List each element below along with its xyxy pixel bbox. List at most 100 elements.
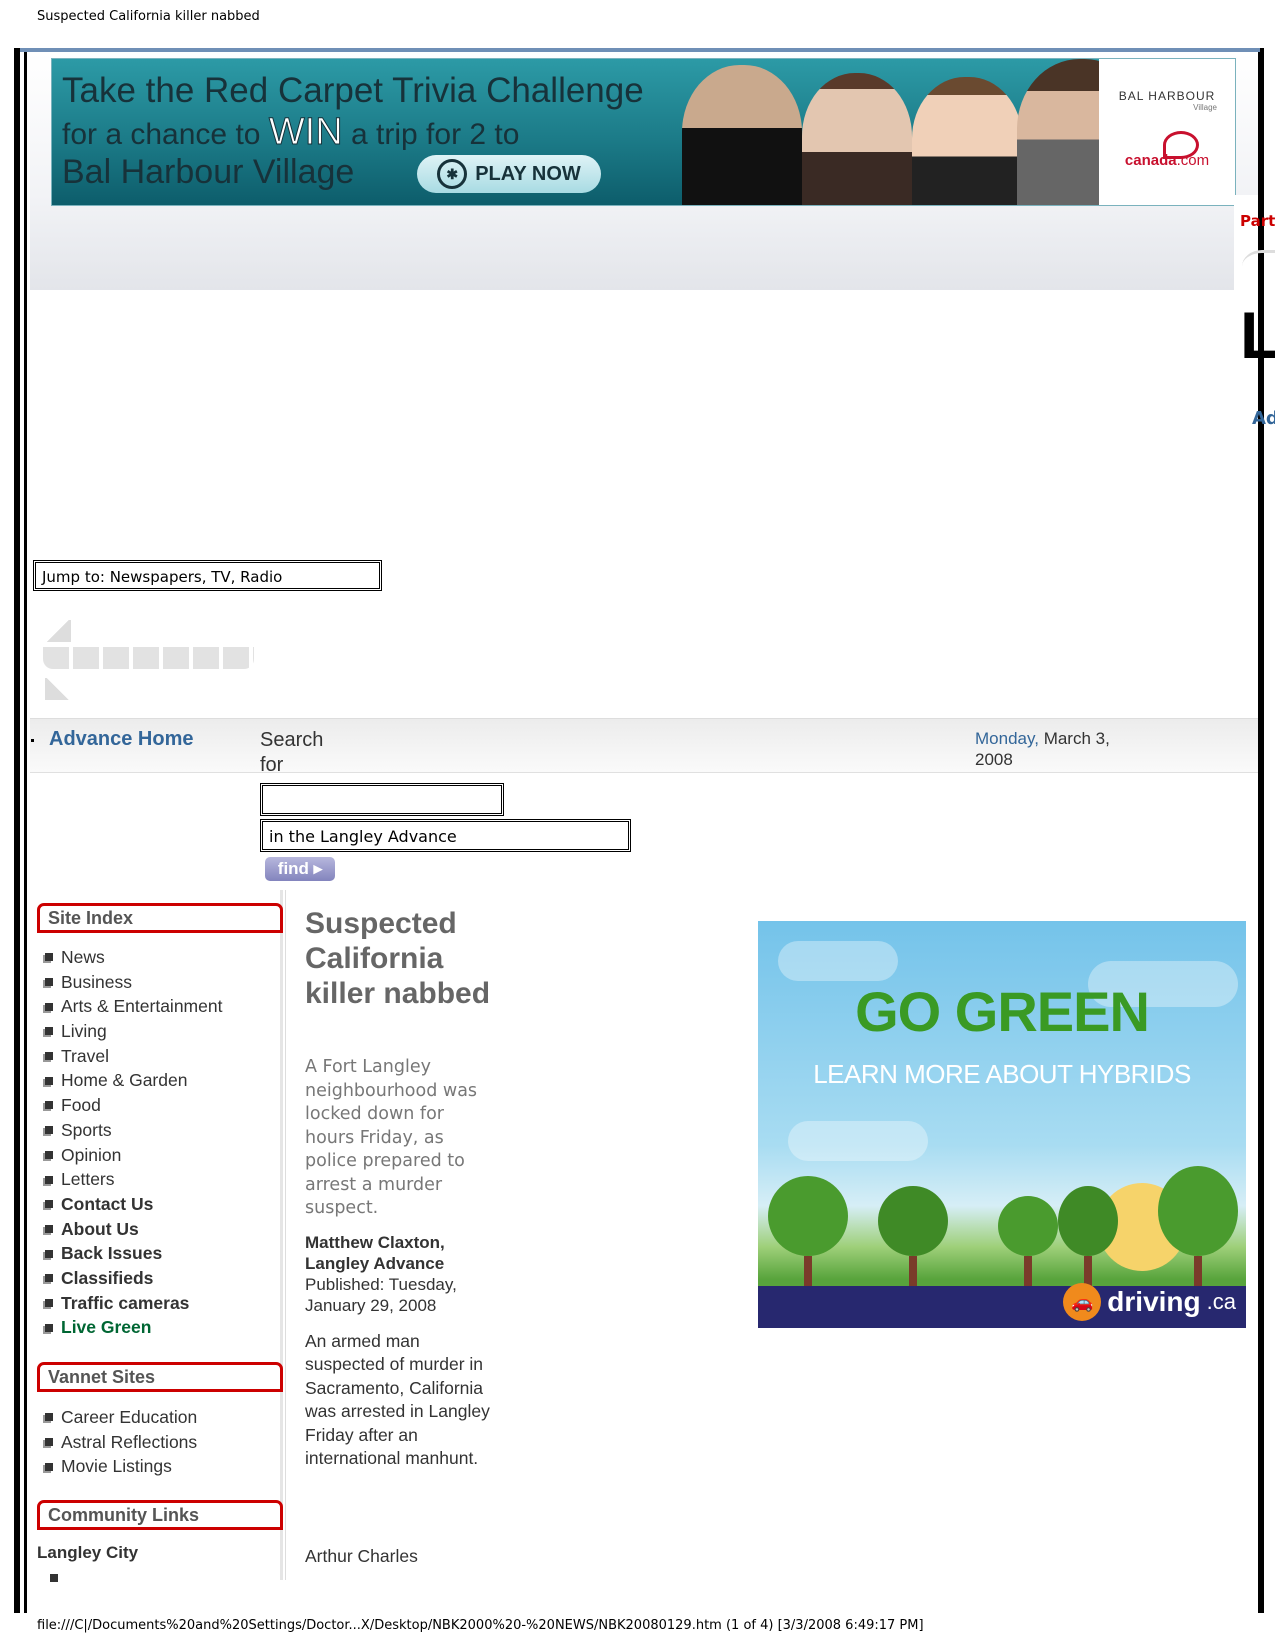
article-byline: Matthew Claxton, Langley Advance Publish… bbox=[305, 1232, 495, 1316]
vannet-site-item-label: Career Education bbox=[61, 1407, 198, 1427]
bullet-icon bbox=[45, 1438, 53, 1447]
bullet-icon bbox=[45, 1274, 53, 1283]
play-now-button[interactable]: ✱ PLAY NOW bbox=[417, 155, 601, 193]
bullet-icon bbox=[45, 1224, 53, 1233]
site-index-item-label: Traffic cameras bbox=[61, 1292, 190, 1313]
site-index-item[interactable]: Opinion bbox=[45, 1143, 222, 1168]
go-green-headline: GO GREEN bbox=[855, 980, 1150, 1043]
vannet-site-item[interactable]: Astral Reflections bbox=[45, 1430, 197, 1455]
site-index-item[interactable]: News bbox=[45, 945, 222, 970]
find-button[interactable]: find ▸ bbox=[265, 857, 335, 881]
bullet-icon bbox=[45, 1150, 53, 1159]
bullet-icon bbox=[45, 1298, 53, 1307]
article-title: Suspected California killer nabbed bbox=[305, 907, 491, 1010]
current-date: Monday, March 3, 2008 bbox=[975, 728, 1125, 770]
sponsor-box: BAL HARBOUR Village canada.com bbox=[1099, 59, 1235, 205]
bullet-icon bbox=[45, 1200, 53, 1209]
community-links-heading: Community Links bbox=[37, 1500, 283, 1530]
site-index-item-label: Contact Us bbox=[61, 1193, 154, 1214]
site-index-item[interactable]: Business bbox=[45, 970, 222, 995]
window-title: Suspected California killer nabbed bbox=[37, 9, 260, 24]
bullet-icon bbox=[45, 1052, 53, 1061]
site-index-item[interactable]: Arts & Entertainment bbox=[45, 994, 222, 1019]
jump-to-select[interactable]: Jump to: Newspapers, TV, Radio bbox=[33, 560, 382, 591]
site-index-heading: Site Index bbox=[37, 903, 283, 933]
site-index-item[interactable]: Travel bbox=[45, 1044, 222, 1069]
banner-win: WIN bbox=[268, 111, 343, 154]
driving-logo-name: driving bbox=[1107, 1286, 1201, 1317]
site-index-item-label: About Us bbox=[61, 1218, 139, 1239]
article-paragraph: An armed man suspected of murder in Sacr… bbox=[305, 1331, 490, 1469]
cloud-decoration bbox=[788, 1121, 928, 1161]
date-day: Monday, bbox=[975, 729, 1039, 748]
site-index-item-label: Arts & Entertainment bbox=[61, 996, 223, 1017]
article-published: Published: Tuesday, January 29, 2008 bbox=[305, 1275, 457, 1315]
langley-city-link[interactable]: Langley City bbox=[37, 1543, 138, 1563]
site-index-item[interactable]: Home & Garden bbox=[45, 1068, 222, 1093]
search-input[interactable] bbox=[260, 783, 504, 816]
site-index-item[interactable]: Classifieds bbox=[45, 1266, 222, 1291]
vannet-site-item[interactable]: Career Education bbox=[45, 1405, 197, 1430]
site-index-item-label: Classifieds bbox=[61, 1267, 154, 1288]
site-index-item[interactable]: About Us bbox=[45, 1217, 222, 1242]
trivia-banner-ad[interactable]: Take the Red Carpet Trivia Challenge for… bbox=[51, 58, 1236, 206]
celebrity-photo-2 bbox=[802, 73, 912, 205]
vannet-sites-heading: Vannet Sites bbox=[37, 1362, 283, 1392]
clipped-ad-text: Ad bbox=[1252, 408, 1275, 429]
banner-line-2a: for a chance to bbox=[62, 118, 261, 151]
frame-border-left-inner bbox=[24, 48, 27, 1613]
site-index-item[interactable]: Back Issues bbox=[45, 1241, 222, 1266]
site-index-item[interactable]: Letters bbox=[45, 1167, 222, 1192]
bullet-icon bbox=[45, 1126, 53, 1135]
frame-border-left bbox=[14, 48, 20, 1613]
tab-corner-decoration bbox=[45, 620, 71, 642]
tree-icon bbox=[1058, 1186, 1118, 1286]
site-index-item-label: Letters bbox=[61, 1169, 115, 1190]
sidebar-divider bbox=[280, 890, 283, 1580]
tab-strip-decoration bbox=[43, 647, 254, 669]
tab-corner-decoration-bottom bbox=[45, 678, 71, 700]
tree-icon bbox=[1158, 1166, 1238, 1286]
bullet-icon bbox=[45, 1076, 53, 1085]
site-index-item[interactable]: Food bbox=[45, 1093, 222, 1118]
site-index-item[interactable]: Sports bbox=[45, 1118, 222, 1143]
clipped-arc-decoration bbox=[1242, 250, 1275, 283]
bullet-icon bbox=[45, 1413, 53, 1422]
article-paragraph-2: Arthur Charles bbox=[305, 1546, 418, 1566]
site-index-item-label: Live Green bbox=[61, 1317, 152, 1338]
bullet-icon bbox=[50, 1574, 58, 1582]
search-label: Search for bbox=[260, 729, 324, 776]
site-index-item[interactable]: Contact Us bbox=[45, 1192, 222, 1217]
banner-line-3: Bal Harbour Village bbox=[62, 153, 355, 191]
bullet-icon bbox=[45, 1027, 53, 1036]
site-index-item-label: Food bbox=[61, 1095, 101, 1116]
chat-bubble-logo-icon bbox=[1163, 131, 1199, 159]
sponsor-sub: Village bbox=[1193, 103, 1217, 112]
site-index-item[interactable]: Live Green bbox=[45, 1315, 222, 1340]
site-index-item[interactable]: Traffic cameras bbox=[45, 1291, 222, 1316]
site-index-item-label: News bbox=[61, 947, 105, 967]
vannet-site-item-label: Movie Listings bbox=[61, 1456, 172, 1477]
vannet-site-item[interactable]: Movie Listings bbox=[45, 1454, 197, 1479]
vannet-sites-list: Career Education Astral Reflections Movie … bbox=[45, 1405, 197, 1479]
sponsor-name: BAL HARBOUR bbox=[1118, 89, 1216, 103]
site-index-item-label: Home & Garden bbox=[61, 1070, 188, 1091]
go-green-ad[interactable]: GO GREEN LEARN MORE ABOUT HYBRIDS 🚗 driv… bbox=[758, 921, 1246, 1328]
clipped-part-text: Part bbox=[1240, 212, 1275, 230]
bullet-icon bbox=[45, 1002, 53, 1011]
site-index-item-label: Back Issues bbox=[61, 1243, 163, 1264]
go-green-subheadline: LEARN MORE ABOUT HYBRIDS bbox=[813, 1059, 1191, 1089]
banner-line-2: for a chance to WIN a trip for 2 to bbox=[62, 111, 519, 154]
bullet-icon bbox=[45, 978, 53, 987]
nav-bullet-icon bbox=[31, 739, 34, 742]
article-deck: A Fort Langley neighbourhood was locked … bbox=[305, 1057, 478, 1218]
search-scope-select[interactable]: in the Langley Advance bbox=[260, 819, 631, 852]
advance-home-link[interactable]: Advance Home bbox=[49, 728, 194, 751]
tree-icon bbox=[998, 1196, 1058, 1286]
clipped-masthead-letter: La bbox=[1240, 298, 1275, 372]
site-index-item[interactable]: Living bbox=[45, 1019, 222, 1044]
banner-line-2b: a trip for 2 to bbox=[351, 118, 520, 151]
car-icon: 🚗 bbox=[1063, 1283, 1102, 1321]
bullet-icon bbox=[45, 953, 53, 962]
sidebar-divider-inner bbox=[285, 890, 286, 1580]
